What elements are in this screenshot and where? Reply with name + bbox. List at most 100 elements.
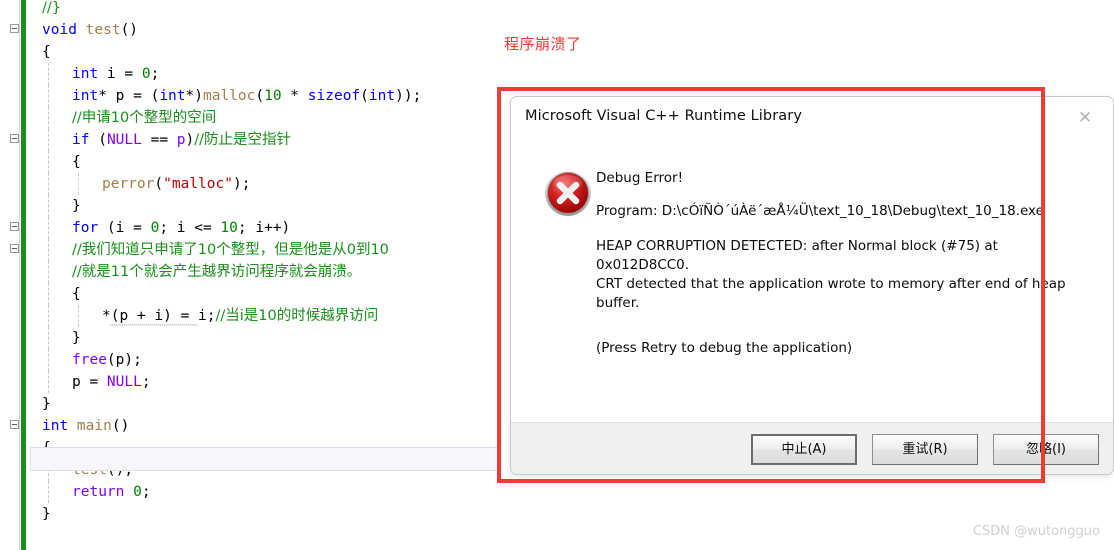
code-line-text: free(p); bbox=[28, 349, 142, 371]
code-token: } bbox=[42, 396, 51, 412]
annotation-label: 程序崩溃了 bbox=[504, 35, 582, 53]
editor-left-rule bbox=[19, 0, 20, 550]
code-token: * bbox=[281, 88, 308, 104]
code-token: == bbox=[141, 132, 177, 148]
code-line[interactable]: { bbox=[28, 151, 500, 173]
code-line[interactable]: { bbox=[28, 283, 500, 305]
code-line-text: { bbox=[28, 41, 51, 63]
indent-guide bbox=[48, 305, 49, 327]
code-line[interactable]: } bbox=[28, 393, 500, 415]
abort-button[interactable]: 中止(A) bbox=[751, 434, 857, 465]
code-token: NULL bbox=[106, 374, 142, 390]
error-heading: Debug Error! bbox=[596, 170, 684, 186]
code-line[interactable]: { bbox=[28, 41, 500, 63]
code-line-text: int* p = (int*)malloc(10 * sizeof(int)); bbox=[28, 85, 421, 107]
runtime-error-dialog[interactable]: Microsoft Visual C++ Runtime Library ✕ D… bbox=[510, 96, 1114, 475]
code-token: ; i++) bbox=[237, 220, 291, 236]
indent-guide bbox=[48, 349, 49, 371]
collapse-toggle-icon[interactable] bbox=[10, 24, 19, 33]
code-token: int bbox=[368, 88, 396, 104]
code-token: int bbox=[42, 418, 77, 434]
code-token: "malloc" bbox=[163, 176, 233, 192]
code-line[interactable]: perror("malloc"); bbox=[28, 173, 500, 195]
code-token: ; i <= bbox=[159, 220, 221, 236]
code-line-text: } bbox=[28, 195, 81, 217]
code-line[interactable]: } bbox=[28, 327, 500, 349]
code-line[interactable]: if (NULL == p)//防止是空指针 bbox=[10, 129, 500, 151]
collapse-toggle-icon[interactable] bbox=[10, 134, 19, 143]
indent-guide bbox=[48, 129, 49, 151]
code-token: ; bbox=[141, 374, 151, 390]
code-token: if bbox=[72, 132, 99, 148]
indent-guide bbox=[48, 371, 49, 393]
code-token: main bbox=[76, 418, 112, 434]
code-token: int bbox=[159, 88, 186, 104]
dialog-footer: 中止(A) 重试(R) 忽略(I) bbox=[511, 423, 1113, 474]
code-editor[interactable]: //} void test(){int i = 0; int* p = (int*)… bbox=[0, 0, 500, 550]
code-token: { bbox=[72, 286, 81, 302]
code-token: 0 bbox=[141, 66, 151, 82]
code-token: ( bbox=[360, 88, 369, 104]
code-line-text: { bbox=[28, 151, 81, 173]
indent-guide bbox=[48, 173, 49, 195]
indent-guide bbox=[48, 327, 49, 349]
code-line[interactable]: for (i = 0; i <= 10; i++) bbox=[10, 217, 500, 239]
code-token: = bbox=[124, 66, 142, 82]
code-token: ); bbox=[232, 176, 251, 192]
code-token: } bbox=[72, 330, 81, 346]
code-token: //申请10个整型的空间 bbox=[72, 110, 217, 126]
collapse-toggle-icon[interactable] bbox=[10, 222, 19, 231]
indent-guide bbox=[78, 305, 79, 327]
code-line-text: *(p + i) = i;//当i是10的时候越界访问 bbox=[28, 305, 378, 327]
code-line[interactable]: } bbox=[28, 195, 500, 217]
indent-guide bbox=[48, 239, 49, 261]
error-x-icon bbox=[545, 170, 591, 216]
collapse-toggle-icon[interactable] bbox=[10, 420, 19, 429]
unsaved-change-bar bbox=[21, 0, 26, 550]
code-token: perror bbox=[102, 176, 155, 192]
code-token: 10 bbox=[220, 220, 238, 236]
error-squiggle bbox=[110, 323, 198, 326]
indent-guide bbox=[48, 107, 49, 129]
code-line-text: perror("malloc"); bbox=[28, 173, 250, 195]
retry-hint: (Press Retry to debug the application) bbox=[596, 340, 853, 356]
code-token: free bbox=[72, 352, 107, 368]
code-line[interactable]: *(p + i) = i;//当i是10的时候越界访问 bbox=[28, 305, 500, 327]
collapse-toggle-icon[interactable] bbox=[10, 244, 19, 253]
code-line-text: } bbox=[28, 327, 81, 349]
code-token: ) bbox=[185, 132, 195, 148]
ignore-button[interactable]: 忽略(I) bbox=[993, 434, 1099, 465]
code-token: for bbox=[72, 220, 107, 236]
code-line[interactable]: //申请10个整型的空间 bbox=[28, 107, 500, 129]
code-line[interactable]: int main() bbox=[10, 415, 500, 437]
code-token: i bbox=[106, 66, 125, 82]
code-token: //当i是10的时候越界访问 bbox=[215, 308, 379, 324]
close-icon[interactable]: ✕ bbox=[1065, 104, 1105, 132]
code-line[interactable]: //我们知道只申请了10个整型，但是他是从0到10 bbox=[10, 239, 500, 261]
code-token: malloc bbox=[202, 88, 256, 104]
code-line[interactable]: return 0; bbox=[28, 481, 500, 503]
code-line-text: for (i = 0; i <= 10; i++) bbox=[28, 217, 290, 239]
code-token: 0 bbox=[133, 484, 142, 500]
indent-guide bbox=[48, 195, 49, 217]
code-line[interactable]: int i = 0; bbox=[28, 63, 500, 85]
indent-guide bbox=[48, 261, 49, 283]
code-token: int bbox=[72, 66, 107, 82]
code-line[interactable]: int* p = (int*)malloc(10 * sizeof(int)); bbox=[28, 85, 500, 107]
code-line[interactable]: p = NULL; bbox=[28, 371, 500, 393]
code-line[interactable]: free(p); bbox=[28, 349, 500, 371]
code-line[interactable]: void test() bbox=[10, 19, 500, 41]
code-token: return bbox=[72, 484, 134, 500]
code-line-text: int main() bbox=[28, 415, 129, 437]
code-line-text: //我们知道只申请了10个整型，但是他是从0到10 bbox=[28, 239, 389, 261]
code-token: ( bbox=[154, 176, 164, 192]
code-line[interactable]: } bbox=[28, 503, 500, 525]
code-token: sizeof bbox=[307, 88, 361, 104]
code-token: p bbox=[176, 132, 186, 148]
code-token: test bbox=[85, 22, 121, 38]
retry-button[interactable]: 重试(R) bbox=[872, 434, 978, 465]
code-line[interactable]: //就是11个就会产生越界访问程序就会崩溃。 bbox=[28, 261, 500, 283]
code-line-text: //} bbox=[28, 0, 61, 19]
code-line[interactable]: //} bbox=[28, 0, 500, 19]
code-line-text: if (NULL == p)//防止是空指针 bbox=[28, 129, 291, 151]
